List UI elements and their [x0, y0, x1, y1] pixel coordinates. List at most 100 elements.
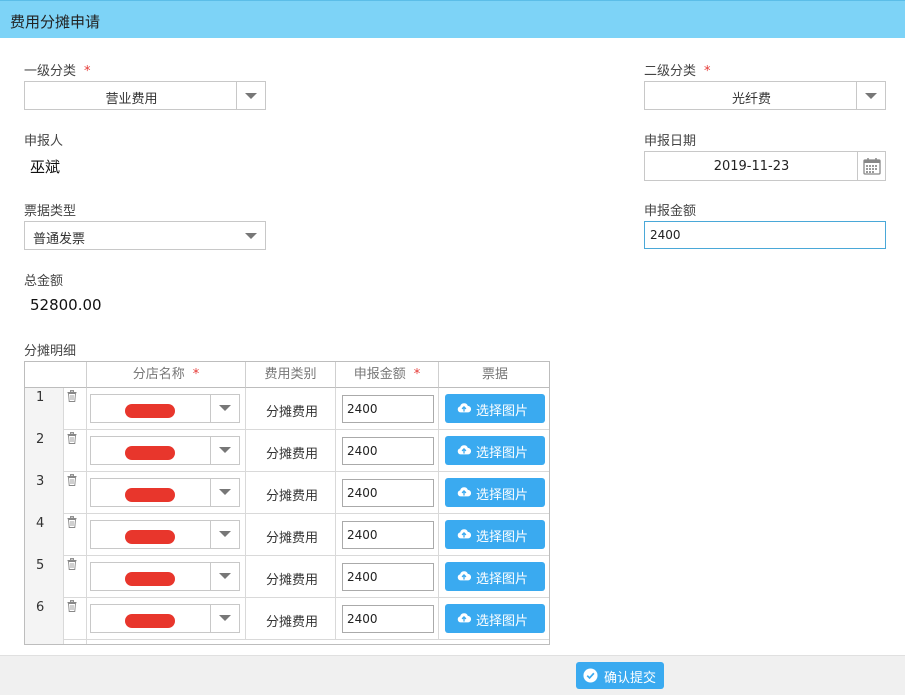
select-image-button[interactable]: 选择图片 — [445, 562, 545, 591]
cell-divider — [245, 388, 246, 429]
amount-input[interactable]: 2400 — [644, 221, 886, 249]
row-amount-input[interactable]: 2400 — [342, 521, 434, 549]
trash-icon[interactable] — [67, 558, 77, 570]
cell-divider — [438, 514, 439, 555]
shop-dropdown-button[interactable] — [210, 437, 239, 464]
expense-type-cell: 分摊费用 — [265, 573, 318, 588]
calendar-button[interactable] — [857, 152, 885, 180]
cell-divider — [63, 472, 64, 513]
invoice-type-label: 票据类型 — [24, 204, 77, 219]
trash-icon[interactable] — [67, 600, 77, 612]
select-image-label: 选择图片 — [476, 488, 529, 503]
chevron-down-icon — [219, 405, 231, 411]
chevron-down-icon — [245, 93, 257, 99]
expense-type-cell: 分摊费用 — [265, 615, 318, 630]
select-image-button[interactable]: 选择图片 — [445, 436, 545, 465]
row-number: 5 — [36, 558, 45, 573]
chevron-down-icon — [219, 531, 231, 537]
trash-icon[interactable] — [67, 432, 77, 444]
amount-label: 申报金额 — [644, 204, 697, 219]
trash-icon[interactable] — [67, 474, 77, 486]
shop-name-select[interactable] — [90, 520, 240, 549]
chevron-down-icon — [219, 447, 231, 453]
cell-divider — [335, 430, 336, 471]
date-label: 申报日期 — [644, 134, 697, 149]
cell-divider — [86, 598, 87, 639]
cell-divider — [335, 514, 336, 555]
table-row-partial — [25, 640, 549, 644]
cell-divider — [86, 556, 87, 597]
trash-icon[interactable] — [67, 390, 77, 402]
applicant-value: 巫斌 — [30, 158, 61, 176]
invoice-type-select[interactable]: 普通发票 — [24, 221, 266, 250]
shop-name-select[interactable] — [90, 562, 240, 591]
confirm-submit-button[interactable]: 确认提交 — [576, 662, 664, 689]
level1-label: 一级分类 * — [24, 60, 91, 79]
row-number: 1 — [36, 390, 45, 405]
cell-divider — [438, 388, 439, 429]
cell-divider — [86, 388, 87, 429]
select-image-button[interactable]: 选择图片 — [445, 604, 545, 633]
cell-divider — [335, 472, 336, 513]
shop-name-select[interactable] — [90, 436, 240, 465]
shop-dropdown-button[interactable] — [210, 395, 239, 422]
table-row: 1 分摊费用 2400 选择图片 — [25, 388, 549, 430]
level1-select-value: 营业费用 — [105, 92, 158, 107]
date-field[interactable]: 2019-11-23 — [644, 151, 886, 181]
expense-type-cell: 分摊费用 — [265, 447, 318, 462]
level1-dropdown-button[interactable] — [236, 82, 265, 109]
dialog-titlebar: 费用分摊申请 — [0, 0, 905, 38]
cell-divider — [63, 388, 64, 429]
redacted-shop-name — [125, 614, 175, 628]
trash-icon[interactable] — [67, 516, 77, 528]
select-image-label: 选择图片 — [476, 446, 529, 461]
row-number: 4 — [36, 516, 45, 531]
select-image-button[interactable]: 选择图片 — [445, 520, 545, 549]
chevron-down-icon — [219, 573, 231, 579]
level2-select[interactable]: 光纤费 — [644, 81, 886, 110]
row-number-cell: 2 — [25, 430, 63, 472]
select-image-button[interactable]: 选择图片 — [445, 394, 545, 423]
cell-divider — [63, 514, 64, 555]
level2-dropdown-button[interactable] — [856, 82, 885, 109]
expense-type-cell: 分摊费用 — [265, 405, 318, 420]
row-amount-input[interactable]: 2400 — [342, 605, 434, 633]
row-amount-input[interactable]: 2400 — [342, 437, 434, 465]
table-row: 4 分摊费用 2400 选择图片 — [25, 514, 549, 556]
chevron-down-icon — [219, 489, 231, 495]
cell-divider — [63, 556, 64, 597]
shop-name-select[interactable] — [90, 478, 240, 507]
row-amount-input[interactable]: 2400 — [342, 479, 434, 507]
select-image-label: 选择图片 — [476, 530, 529, 545]
header-shop-name: 分店名称 * — [87, 362, 246, 388]
select-image-button[interactable]: 选择图片 — [445, 478, 545, 507]
row-number-cell: 6 — [25, 598, 63, 640]
cell-divider — [438, 472, 439, 513]
table-row: 6 分摊费用 2400 选择图片 — [25, 598, 549, 640]
shop-name-select[interactable] — [90, 604, 240, 633]
redacted-shop-name — [125, 572, 175, 586]
shop-dropdown-button[interactable] — [210, 521, 239, 548]
total-value: 52800.00 — [30, 296, 102, 314]
shop-dropdown-button[interactable] — [210, 563, 239, 590]
cell-divider — [335, 388, 336, 429]
cloud-upload-icon — [457, 487, 471, 497]
cell-divider — [438, 430, 439, 471]
expense-type-cell: 分摊费用 — [265, 489, 318, 504]
row-amount-input[interactable]: 2400 — [342, 395, 434, 423]
cell-divider — [335, 598, 336, 639]
calendar-icon — [863, 158, 881, 175]
row-amount-input[interactable]: 2400 — [342, 563, 434, 591]
cell-divider — [63, 430, 64, 471]
header-rownum — [25, 362, 87, 388]
required-mark: * — [413, 367, 421, 382]
cell-divider — [86, 514, 87, 555]
shop-dropdown-button[interactable] — [210, 479, 239, 506]
shop-name-select[interactable] — [90, 394, 240, 423]
table-row: 5 分摊费用 2400 选择图片 — [25, 556, 549, 598]
check-circle-icon — [583, 668, 598, 683]
cell-divider — [63, 598, 64, 639]
shop-dropdown-button[interactable] — [210, 605, 239, 632]
level2-label-text: 二级分类 — [644, 64, 697, 79]
level1-select[interactable]: 营业费用 — [24, 81, 266, 110]
